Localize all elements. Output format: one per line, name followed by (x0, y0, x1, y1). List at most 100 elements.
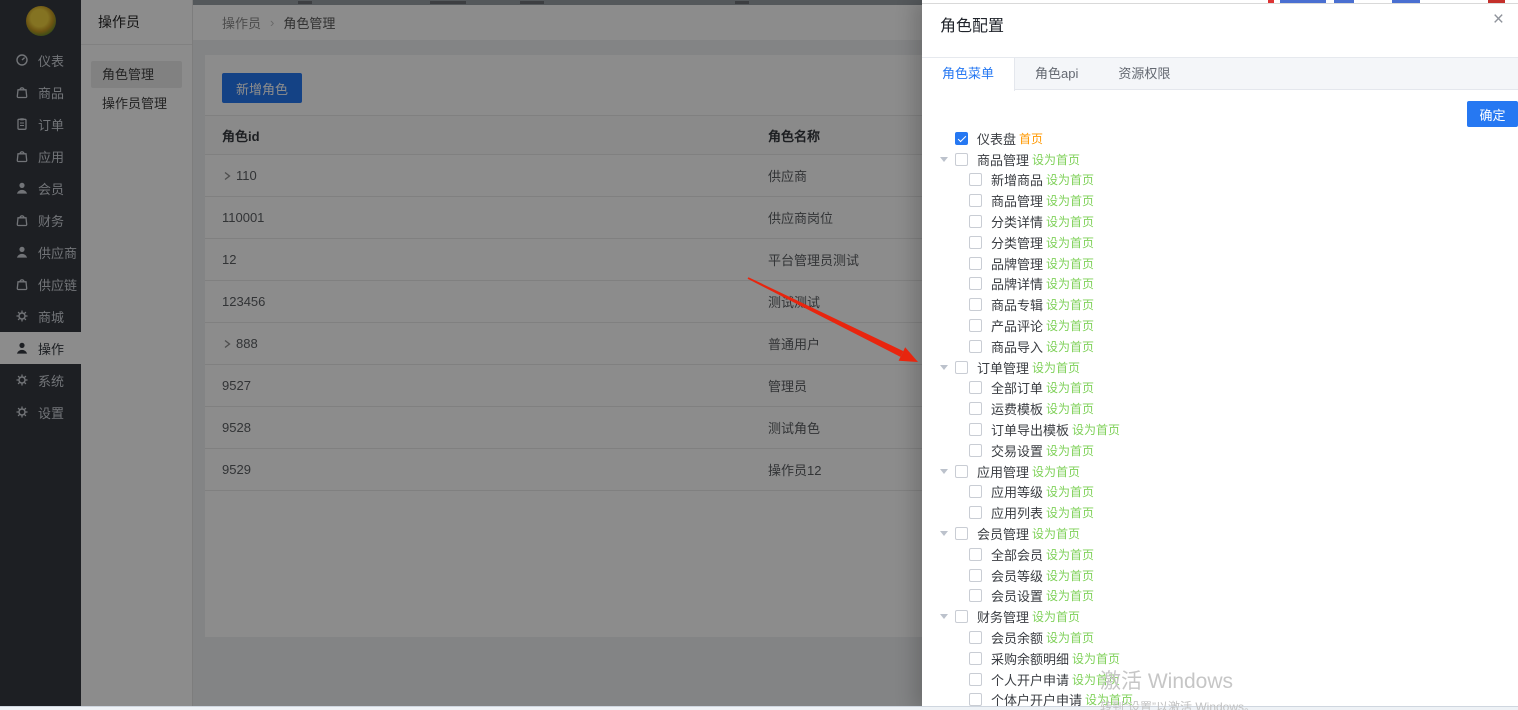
tree-collapse-icon[interactable] (940, 157, 955, 162)
tree-collapse-icon[interactable] (940, 469, 955, 474)
set-homepage-link[interactable]: 设为首页 (1032, 463, 1080, 480)
checkbox-unchecked[interactable] (969, 215, 982, 228)
tree-node-label[interactable]: 分类管理 (991, 233, 1043, 252)
checkbox-unchecked[interactable] (969, 506, 982, 519)
permission-tree: 仪表盘首页商品管理设为首页新增商品设为首页商品管理设为首页分类详情设为首页分类管… (922, 128, 1518, 710)
checkbox-unchecked[interactable] (969, 277, 982, 290)
tree-node-label[interactable]: 会员设置 (991, 586, 1043, 605)
set-homepage-link[interactable]: 设为首页 (1046, 546, 1094, 563)
set-homepage-link[interactable]: 设为首页 (1046, 192, 1094, 209)
tree-node-label[interactable]: 产品评论 (991, 316, 1043, 335)
browser-edge-sliver (922, 0, 1518, 4)
set-homepage-link[interactable]: 设为首页 (1032, 608, 1080, 625)
tree-node-label[interactable]: 订单导出模板 (991, 420, 1069, 439)
checkbox-unchecked[interactable] (969, 673, 982, 686)
tree-node-label[interactable]: 新增商品 (991, 170, 1043, 189)
tree-row: 应用列表设为首页 (922, 502, 1518, 523)
tree-node-label[interactable]: 仪表盘 (977, 129, 1016, 148)
checkbox-unchecked[interactable] (955, 465, 968, 478)
tree-node-label[interactable]: 商品管理 (991, 191, 1043, 210)
tree-node-label[interactable]: 品牌管理 (991, 254, 1043, 273)
set-homepage-link[interactable]: 设为首页 (1046, 483, 1094, 500)
set-homepage-link[interactable]: 设为首页 (1072, 650, 1120, 667)
tree-node-label[interactable]: 交易设置 (991, 441, 1043, 460)
checkbox-unchecked[interactable] (969, 589, 982, 602)
tree-node-label[interactable]: 运费模板 (991, 399, 1043, 418)
checkbox-unchecked[interactable] (969, 548, 982, 561)
checkbox-unchecked[interactable] (969, 402, 982, 415)
tree-collapse-icon[interactable] (940, 531, 955, 536)
tree-row: 品牌管理设为首页 (922, 253, 1518, 274)
tree-collapse-icon[interactable] (940, 365, 955, 370)
checkbox-checked[interactable] (955, 132, 968, 145)
tree-collapse-icon[interactable] (940, 614, 955, 619)
tree-node-label[interactable]: 全部订单 (991, 378, 1043, 397)
tree-node-label[interactable]: 全部会员 (991, 545, 1043, 564)
set-homepage-link[interactable]: 设为首页 (1046, 296, 1094, 313)
checkbox-unchecked[interactable] (955, 527, 968, 540)
checkbox-unchecked[interactable] (969, 298, 982, 311)
checkbox-unchecked[interactable] (969, 423, 982, 436)
set-homepage-link[interactable]: 设为首页 (1072, 671, 1120, 688)
tree-node-label[interactable]: 分类详情 (991, 212, 1043, 231)
tree-row: 运费模板设为首页 (922, 398, 1518, 419)
tree-node-label[interactable]: 商品专辑 (991, 295, 1043, 314)
tree-node-label[interactable]: 应用管理 (977, 462, 1029, 481)
checkbox-unchecked[interactable] (969, 652, 982, 665)
homepage-badge[interactable]: 首页 (1019, 130, 1043, 147)
checkbox-unchecked[interactable] (969, 444, 982, 457)
checkbox-unchecked[interactable] (969, 257, 982, 270)
tree-node-label[interactable]: 应用列表 (991, 503, 1043, 522)
set-homepage-link[interactable]: 设为首页 (1032, 151, 1080, 168)
checkbox-unchecked[interactable] (969, 485, 982, 498)
tree-node-label[interactable]: 个人开户申请 (991, 670, 1069, 689)
set-homepage-link[interactable]: 设为首页 (1046, 171, 1094, 188)
set-homepage-link[interactable]: 设为首页 (1046, 567, 1094, 584)
tree-node-label[interactable]: 商品导入 (991, 337, 1043, 356)
set-homepage-link[interactable]: 设为首页 (1046, 275, 1094, 292)
set-homepage-link[interactable]: 设为首页 (1046, 587, 1094, 604)
checkbox-unchecked[interactable] (969, 631, 982, 644)
set-homepage-link[interactable]: 设为首页 (1032, 525, 1080, 542)
set-homepage-link[interactable]: 设为首页 (1046, 379, 1094, 396)
tree-node-label[interactable]: 采购余额明细 (991, 649, 1069, 668)
set-homepage-link[interactable]: 设为首页 (1046, 213, 1094, 230)
checkbox-unchecked[interactable] (969, 194, 982, 207)
tree-node-label[interactable]: 会员等级 (991, 566, 1043, 585)
tree-node-label[interactable]: 财务管理 (977, 607, 1029, 626)
checkbox-unchecked[interactable] (969, 236, 982, 249)
tree-node-label[interactable]: 会员余额 (991, 628, 1043, 647)
checkbox-unchecked[interactable] (969, 173, 982, 186)
set-homepage-link[interactable]: 设为首页 (1046, 317, 1094, 334)
drawer-tabs: 角色菜单角色api资源权限 (922, 57, 1518, 90)
tree-node-label[interactable]: 订单管理 (977, 358, 1029, 377)
confirm-button[interactable]: 确定 (1467, 101, 1518, 127)
set-homepage-link[interactable]: 设为首页 (1046, 629, 1094, 646)
checkbox-unchecked[interactable] (969, 319, 982, 332)
checkbox-unchecked[interactable] (969, 340, 982, 353)
checkbox-unchecked[interactable] (969, 693, 982, 706)
tree-node-label[interactable]: 会员管理 (977, 524, 1029, 543)
set-homepage-link[interactable]: 设为首页 (1046, 400, 1094, 417)
set-homepage-link[interactable]: 设为首页 (1046, 504, 1094, 521)
set-homepage-link[interactable]: 设为首页 (1032, 359, 1080, 376)
tab-3[interactable]: 资源权限 (1098, 58, 1190, 90)
checkbox-unchecked[interactable] (955, 361, 968, 374)
checkbox-unchecked[interactable] (955, 153, 968, 166)
checkbox-unchecked[interactable] (955, 610, 968, 623)
set-homepage-link[interactable]: 设为首页 (1046, 442, 1094, 459)
set-homepage-link[interactable]: 设为首页 (1046, 338, 1094, 355)
tab-2[interactable]: 角色api (1015, 58, 1098, 90)
set-homepage-link[interactable]: 设为首页 (1046, 255, 1094, 272)
tree-node-label[interactable]: 品牌详情 (991, 274, 1043, 293)
tree-node-label[interactable]: 应用等级 (991, 482, 1043, 501)
checkbox-unchecked[interactable] (969, 569, 982, 582)
tree-row: 仪表盘首页 (922, 128, 1518, 149)
tab-1[interactable]: 角色菜单 (922, 58, 1015, 91)
close-icon[interactable]: × (1493, 9, 1504, 31)
tree-node-label[interactable]: 商品管理 (977, 150, 1029, 169)
set-homepage-link[interactable]: 设为首页 (1072, 421, 1120, 438)
checkbox-unchecked[interactable] (969, 381, 982, 394)
set-homepage-link[interactable]: 设为首页 (1046, 234, 1094, 251)
drawer-mask[interactable] (0, 0, 922, 710)
